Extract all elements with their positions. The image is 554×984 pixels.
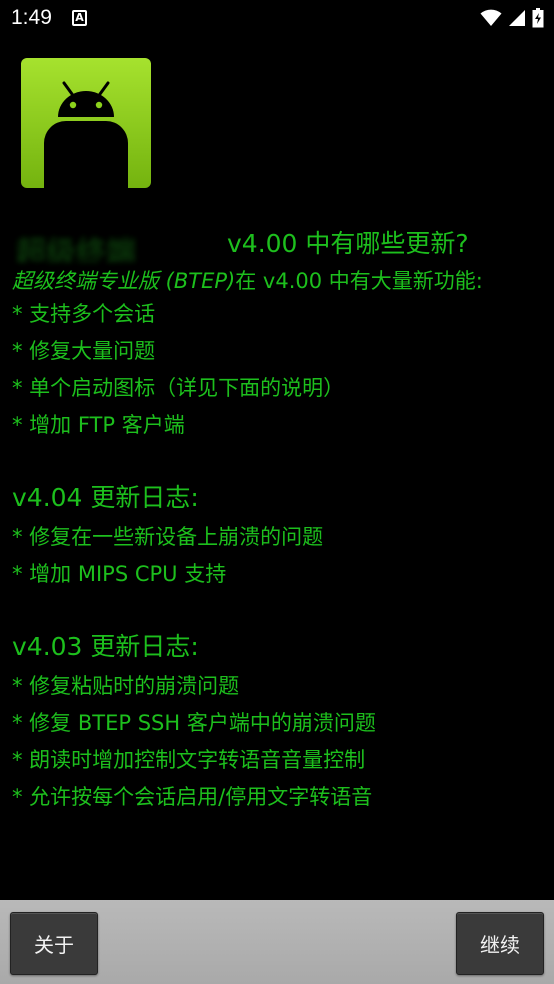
signal-icon bbox=[509, 10, 525, 26]
status-icons bbox=[480, 8, 544, 28]
list-item: * 支持多个会话 bbox=[12, 302, 156, 326]
changelog: v4.00 中有哪些更新? 超级终端专业版 (BTEP)在 v4.00 中有大量… bbox=[12, 224, 548, 816]
changelog-intro: 超级终端专业版 (BTEP)在 v4.00 中有大量新功能: bbox=[12, 266, 548, 296]
status-bar: 1:49 A bbox=[0, 0, 554, 38]
battery-icon bbox=[532, 8, 544, 28]
list-item: * 修复粘贴时的崩溃问题 bbox=[12, 674, 240, 698]
changelog-heading: v4.00 中有哪些更新? bbox=[227, 229, 469, 258]
list-item: * 允许按每个会话启用/停用文字转语音 bbox=[12, 785, 373, 809]
notification-icon: A bbox=[72, 10, 87, 26]
section-title-v403: v4.03 更新日志: bbox=[12, 632, 199, 661]
list-item: * 修复在一些新设备上崩溃的问题 bbox=[12, 525, 324, 549]
screen: 1:49 A 超级终端 v4.00 中有哪些更新? 超级终端专业版 (BTEP)… bbox=[0, 0, 554, 984]
intro-text: 在 v4.00 中有大量新功能: bbox=[235, 269, 483, 293]
list-item: * 修复大量问题 bbox=[12, 339, 156, 363]
bottom-bar: 关于 继续 bbox=[0, 900, 554, 984]
wifi-icon bbox=[480, 9, 502, 26]
list-item: * 修复 BTEP SSH 客户端中的崩溃问题 bbox=[12, 711, 376, 735]
about-button[interactable]: 关于 bbox=[10, 912, 98, 975]
continue-button[interactable]: 继续 bbox=[456, 912, 544, 975]
status-time: 1:49 bbox=[11, 6, 52, 29]
intro-product-name: 超级终端专业版 (BTEP) bbox=[12, 269, 236, 293]
list-item: * 单个启动图标（详见下面的说明） bbox=[12, 376, 345, 400]
list-item: * 朗读时增加控制文字转语音音量控制 bbox=[12, 748, 366, 772]
android-icon[interactable] bbox=[20, 57, 152, 189]
list-item: * 增加 FTP 客户端 bbox=[12, 413, 185, 437]
list-item: * 增加 MIPS CPU 支持 bbox=[12, 562, 227, 586]
section-title-v404: v4.04 更新日志: bbox=[12, 483, 199, 512]
